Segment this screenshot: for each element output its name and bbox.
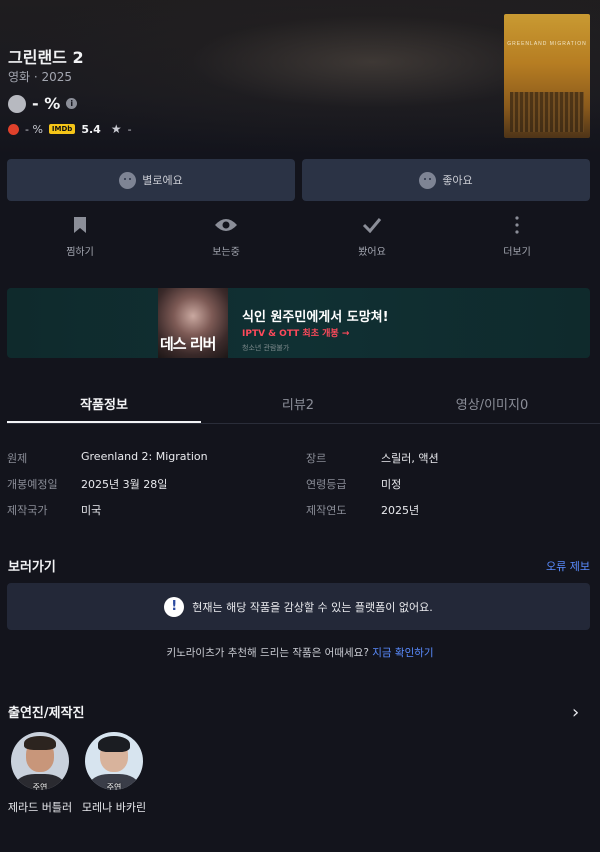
info-key: 제작연도: [306, 504, 347, 517]
recommend-link[interactable]: 지금 확인하기: [372, 647, 433, 659]
banner-rating-note: 청소년 관람불가: [242, 344, 290, 352]
recommendation-prompt: 키노라이츠가 추천해 드리는 작품은 어때세요? 지금 확인하기: [0, 645, 600, 660]
recommend-text: 키노라이츠가 추천해 드리는 작품은 어때세요?: [166, 647, 369, 659]
like-button[interactable]: 좋아요: [302, 159, 590, 201]
notice-text: 현재는 해당 작품을 감상할 수 있는 플랫폼이 없어요.: [192, 600, 433, 614]
info-key: 개봉예정일: [7, 478, 58, 491]
chevron-right-icon[interactable]: ›: [572, 702, 579, 723]
cast-name: 제라드 버틀러: [7, 801, 73, 814]
watched-button[interactable]: 봤어요: [332, 214, 412, 258]
tomato-icon: [8, 123, 19, 135]
star-icon: ★: [110, 122, 122, 136]
movie-poster[interactable]: GREENLAND MIGRATION: [504, 14, 590, 138]
movie-info-grid: 원제 Greenland 2: Migration 장르 스릴러, 액션 개봉예…: [7, 450, 593, 528]
poster-title: GREENLAND MIGRATION: [507, 41, 587, 47]
tab-info[interactable]: 작품정보: [7, 394, 201, 413]
info-value: 2025년: [381, 504, 420, 517]
bookmark-icon: [40, 214, 120, 236]
info-value: Greenland 2: Migration: [81, 450, 208, 463]
wishlist-label: 찜하기: [66, 247, 94, 258]
more-vertical-icon: [477, 214, 557, 236]
ad-banner[interactable]: 데스 리버 식인 원주민에게서 도망쳐! IPTV & OTT 최초 개봉 → …: [7, 288, 590, 358]
poster-city-art: [510, 92, 584, 132]
info-key: 연령등급: [306, 478, 347, 491]
banner-subtext: IPTV & OTT 최초 개봉 →: [242, 329, 350, 339]
info-row: 개봉예정일 2025년 3월 28일 연령등급 미정: [7, 476, 593, 502]
like-label: 좋아요: [442, 174, 473, 187]
more-label: 더보기: [503, 247, 531, 258]
eye-icon: [186, 214, 266, 236]
banner-image: 데스 리버: [158, 288, 228, 358]
smile-face-icon: [419, 171, 437, 189]
check-icon: [332, 214, 412, 236]
watch-section-title: 보러가기: [8, 560, 56, 575]
rating-circle-icon: [8, 94, 26, 113]
tomato-score: - %: [25, 122, 43, 136]
rating-summary: - % i: [8, 94, 78, 113]
imdb-icon: IMDb: [48, 124, 76, 134]
dislike-label: 별로에요: [142, 174, 183, 187]
report-error-link[interactable]: 오류 제보: [546, 558, 590, 574]
cast-name: 모레나 바카린: [81, 801, 147, 814]
exclamation-icon: !: [164, 596, 185, 617]
content-tabs: 작품정보 리뷰2 영상/이미지0: [7, 384, 600, 424]
info-key: 원제: [7, 452, 28, 465]
info-row: 제작국가 미국 제작연도 2025년: [7, 502, 593, 528]
active-tab-indicator: [7, 421, 201, 423]
no-platform-notice: ! 현재는 해당 작품을 감상할 수 있는 플랫폼이 없어요.: [7, 583, 590, 630]
cast-role: 주연: [106, 783, 122, 790]
dislike-button[interactable]: 별로에요: [7, 159, 295, 201]
info-value: 미정: [381, 478, 402, 491]
movie-title: 그린랜드 2: [8, 48, 84, 67]
info-value: 2025년 3월 28일: [81, 478, 168, 491]
info-key: 제작국가: [7, 504, 48, 517]
cast-role: 주연: [32, 783, 48, 790]
imdb-score: 5.4: [81, 122, 101, 136]
banner-headline: 식인 원주민에게서 도망쳐!: [242, 310, 389, 325]
info-row: 원제 Greenland 2: Migration 장르 스릴러, 액션: [7, 450, 593, 476]
watching-label: 보는중: [212, 247, 240, 258]
info-value: 미국: [81, 504, 102, 517]
cast-member[interactable]: 주연 제라드 버틀러: [0, 732, 80, 817]
tab-reviews[interactable]: 리뷰2: [201, 394, 395, 413]
cast-member[interactable]: 주연 모레나 바카린: [74, 732, 154, 817]
sad-face-icon: [119, 171, 137, 189]
external-scores: - % IMDb 5.4 ★ -: [8, 122, 132, 136]
rating-percent: - %: [32, 94, 61, 113]
cast-section-title: 출연진/제작진: [8, 706, 85, 721]
star-score: -: [127, 122, 132, 136]
avatar: 주연: [11, 732, 69, 790]
action-bar: 찜하기 보는중 봤어요 더보기: [0, 214, 600, 264]
wishlist-button[interactable]: 찜하기: [40, 214, 120, 258]
info-key: 장르: [306, 452, 327, 465]
info-value: 스릴러, 액션: [381, 452, 439, 465]
watched-label: 봤어요: [358, 247, 386, 258]
more-button[interactable]: 더보기: [477, 214, 557, 258]
info-icon[interactable]: i: [66, 98, 78, 109]
watching-button[interactable]: 보는중: [186, 214, 266, 258]
banner-image-title: 데스 리버: [160, 335, 216, 353]
movie-meta: 영화 · 2025: [8, 70, 73, 84]
tab-media[interactable]: 영상/이미지0: [395, 394, 589, 413]
avatar: 주연: [85, 732, 143, 790]
